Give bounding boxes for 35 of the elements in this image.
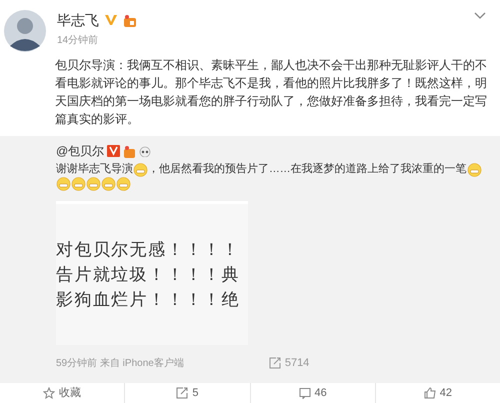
emoji-icon	[86, 177, 101, 191]
thumbs-up-icon	[424, 387, 436, 399]
emoji-icon	[101, 177, 116, 191]
like-button[interactable]: 42	[374, 383, 500, 403]
badge-icon	[123, 144, 136, 158]
verified-icon	[104, 14, 118, 26]
emoji-icon	[56, 177, 71, 191]
comment-icon	[298, 387, 310, 399]
author-name[interactable]: 毕志飞	[57, 10, 99, 30]
text-image[interactable]: 对包贝尔无感！！！！ 告片就垃圾！！！！典 影狗血烂片！！！！绝	[56, 201, 248, 345]
repost-text: 谢谢毕志飞导演	[56, 162, 133, 177]
repost-icon	[176, 387, 188, 399]
repost-count: 5714	[284, 356, 310, 371]
repost-button[interactable]: 5	[124, 383, 250, 403]
star-icon	[43, 387, 56, 399]
post-time: 14分钟前	[57, 34, 100, 48]
favorite-button[interactable]: 收藏	[0, 383, 124, 403]
post-meta: 59分钟前 来自 iPhone客户端	[56, 356, 184, 370]
repost-text: ，他居然看我的预告片了……在我逐梦的道路上给了我浓重的一笔	[148, 162, 467, 177]
post-text: 包贝尔导演：我俩互不相识、素昧平生，鄙人也决不会干出那种无耻影评人干的不看电影就评论的事儿。那个毕志飞不是我，看他的照片比我胖多了！既然这样，明天国庆档的第一场电影就看您的胖子行动队了，您做好准备多担待，我看完一定写篇真实的影评。	[55, 57, 488, 128]
verified-icon	[107, 145, 120, 157]
avatar-icon[interactable]	[4, 10, 46, 52]
panda-icon	[139, 145, 152, 157]
emoji-icon	[133, 162, 148, 176]
emoji-icon	[71, 177, 86, 191]
badge-icon	[123, 14, 137, 26]
repost-icon[interactable]	[268, 357, 281, 369]
emoji-icon	[466, 162, 482, 176]
image-text-line: 影狗血烂片！！！！绝	[56, 289, 241, 311]
chevron-down-icon[interactable]	[474, 12, 486, 20]
emoji-icon	[116, 177, 131, 191]
image-text-line: 对包贝尔无感！！！！	[56, 239, 241, 261]
comment-button[interactable]: 46	[250, 383, 375, 403]
image-text-line: 告片就垃圾！！！！典	[56, 264, 241, 286]
repost-author[interactable]: @包贝尔	[56, 142, 104, 160]
